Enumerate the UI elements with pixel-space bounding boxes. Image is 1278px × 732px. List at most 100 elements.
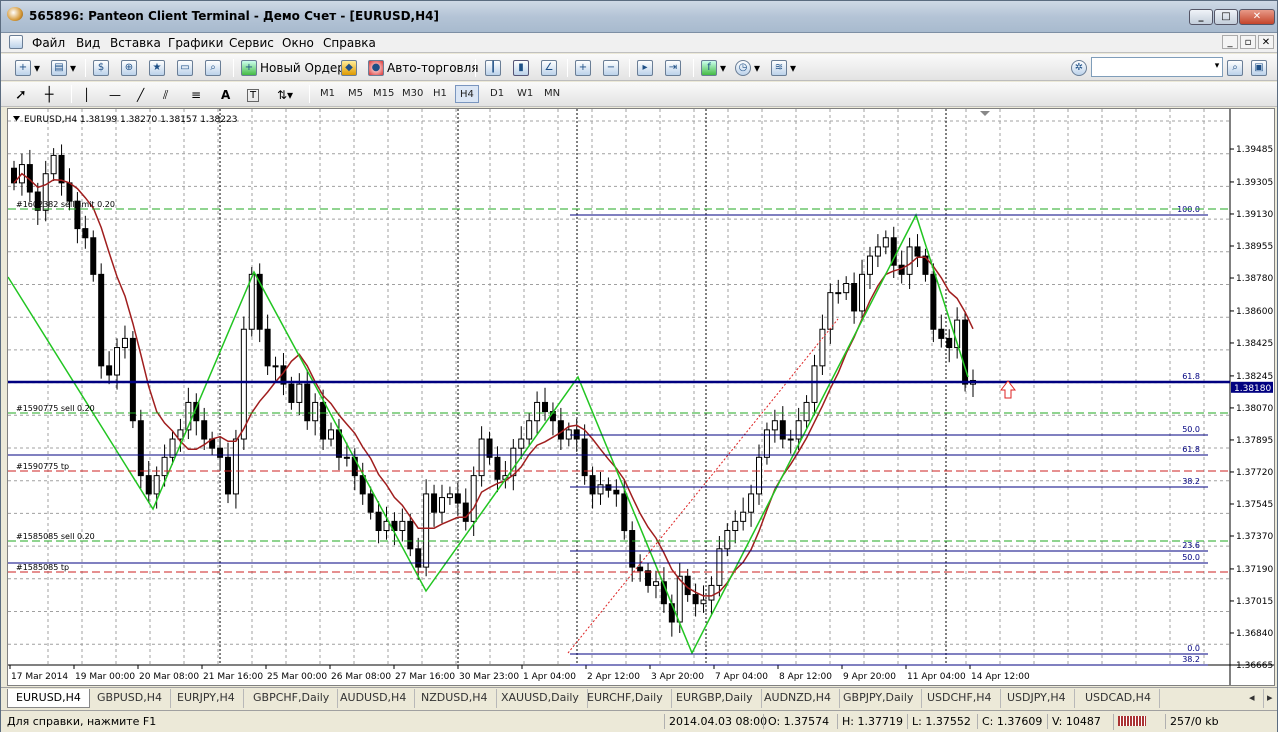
status-help: Для справки, нажмите F1: [7, 715, 157, 728]
trendline-tool[interactable]: ╱: [137, 85, 144, 105]
chart-tab-gbpusd-h4[interactable]: GBPUSD,H4: [89, 689, 171, 708]
autoscroll-icon: ▸: [637, 60, 653, 76]
chart-tab-usdjpy-h4[interactable]: USDJPY,H4: [999, 689, 1075, 708]
metaeditor-button[interactable]: ◆: [341, 58, 357, 78]
candlestick-button[interactable]: ▮: [513, 58, 529, 78]
periods-button[interactable]: ◷ ▾: [735, 58, 760, 78]
cursor-tool[interactable]: ➚: [15, 85, 27, 105]
menu-insert[interactable]: Вставка: [106, 35, 165, 51]
candle-body: [66, 182, 73, 202]
chart-tab-eurgbp-daily[interactable]: EURGBP,Daily: [668, 689, 762, 708]
candle-body: [288, 383, 295, 403]
close-button[interactable]: ✕: [1239, 9, 1275, 25]
zoom-out-button[interactable]: −: [603, 58, 619, 78]
candle-body: [771, 420, 778, 431]
candle-body: [708, 584, 715, 601]
zigzag-line: [8, 213, 969, 655]
autoscroll-button[interactable]: ▸: [637, 58, 653, 78]
chart-tab-eurchf-daily[interactable]: EURCHF,Daily: [579, 689, 672, 708]
search-input[interactable]: [1091, 57, 1223, 77]
candle-body: [296, 383, 303, 403]
candle-body: [446, 493, 453, 499]
menu-view[interactable]: Вид: [72, 35, 104, 51]
candle-body: [367, 493, 374, 513]
arrows-tool[interactable]: ⇅▾: [277, 85, 293, 105]
chart-tab-audusd-h4[interactable]: AUDUSD,H4: [332, 689, 416, 708]
time-label: 17 Mar 2014: [11, 672, 68, 682]
chart-tab-gbpchf-daily[interactable]: GBPCHF,Daily: [245, 689, 339, 708]
tab-scroll-right-icon[interactable]: ▸: [1259, 689, 1278, 708]
menu-file[interactable]: Файл: [28, 35, 69, 51]
zoom-in-button[interactable]: +: [575, 58, 591, 78]
crosshair-tool[interactable]: ┼: [45, 85, 53, 105]
equidistant-channel-tool[interactable]: ⫽: [163, 85, 168, 105]
tf-w1[interactable]: W1: [513, 85, 537, 103]
search-button[interactable]: ⌕: [1227, 58, 1243, 78]
horizontal-line-tool[interactable]: —: [109, 85, 121, 105]
chart-tab-usdchf-h4[interactable]: USDCHF,H4: [919, 689, 1001, 708]
vertical-line-icon: │: [83, 88, 91, 102]
market-watch-button[interactable]: $: [93, 58, 109, 78]
chart-tab-xauusd-daily[interactable]: XAUUSD,Daily: [493, 689, 588, 708]
chart-tab-nzdusd-h4[interactable]: NZDUSD,H4: [413, 689, 497, 708]
candle-body: [177, 429, 184, 440]
navigator-button[interactable]: ★: [149, 58, 165, 78]
chart-tab-eurusd-h4[interactable]: EURUSD,H4: [7, 689, 90, 708]
bar-chart-button[interactable]: ┃: [485, 58, 501, 78]
text-label-tool[interactable]: T: [247, 85, 260, 105]
autotrading-button[interactable]: ● Авто-торговля: [368, 58, 479, 78]
terminal-button[interactable]: ▭: [177, 58, 193, 78]
chart-tab-gbpjpy-daily[interactable]: GBPJPY,Daily: [835, 689, 923, 708]
new-chart-icon: +: [15, 60, 31, 76]
price-chart[interactable]: 1.39485 1.39305 1.39130 1.38955 1.38780 1.386…: [8, 109, 1274, 685]
candle-body: [114, 347, 121, 376]
child-minimize-button[interactable]: _: [1222, 35, 1238, 49]
chart-tab-audnzd-h4[interactable]: AUDNZD,H4: [756, 689, 841, 708]
menu-charts[interactable]: Графики: [164, 35, 227, 51]
tf-m15[interactable]: M15: [369, 85, 398, 103]
time-label: 27 Mar 16:00: [395, 672, 455, 682]
data-window-button[interactable]: ⊕: [121, 58, 137, 78]
profiles-button[interactable]: ▤ ▾: [51, 58, 76, 78]
candlestick-icon: ▮: [513, 60, 529, 76]
fibonacci-label: 38.2: [1182, 655, 1200, 664]
status-high: H: 1.37719: [837, 714, 903, 729]
search-dropdown-icon[interactable]: ▾: [1211, 57, 1223, 77]
title-bar[interactable]: 565896: Panteon Client Terminal - Демо С…: [1, 1, 1277, 33]
chart-shift-icon: ⇥: [665, 60, 681, 76]
vertical-line-tool[interactable]: │: [83, 85, 90, 105]
tf-m1[interactable]: M1: [316, 85, 339, 103]
tf-h1[interactable]: H1: [429, 85, 451, 103]
tester-button[interactable]: ⌕: [205, 58, 221, 78]
community-button[interactable]: ▣: [1251, 58, 1267, 78]
new-chart-button[interactable]: + ▾: [15, 58, 40, 78]
new-order-button[interactable]: + Новый Ордер: [241, 58, 345, 78]
templates-button[interactable]: ≋ ▾: [771, 58, 796, 78]
window-title: 565896: Panteon Client Terminal - Демо С…: [29, 9, 439, 23]
menu-tools[interactable]: Сервис: [225, 35, 278, 51]
tf-m30[interactable]: M30: [398, 85, 427, 103]
candle-body: [137, 420, 144, 477]
tf-d1[interactable]: D1: [486, 85, 508, 103]
tf-mn[interactable]: MN: [540, 85, 564, 103]
text-tool[interactable]: A: [221, 85, 230, 105]
chart-doc-icon[interactable]: [9, 35, 23, 49]
chart-shift-button[interactable]: ⇥: [665, 58, 681, 78]
chart-tab-usdcad-h4[interactable]: USDCAD,H4: [1077, 689, 1160, 708]
line-studies-toolbar: ➚ ┼ │ — ╱ ⫽ ≡ A T ⇅▾ M1 M5 M15 M30 H1 H4…: [1, 82, 1277, 107]
cursor-icon: ➚: [15, 87, 27, 103]
chart-area[interactable]: 1.39485 1.39305 1.39130 1.38955 1.38780 1.386…: [7, 108, 1275, 686]
indicators-button[interactable]: f ▾: [701, 58, 726, 78]
chart-tab-eurjpy-h4[interactable]: EURJPY,H4: [169, 689, 244, 708]
fibonacci-tool[interactable]: ≡: [191, 85, 201, 105]
line-chart-button[interactable]: ∠: [541, 58, 557, 78]
child-restore-button[interactable]: ▫: [1240, 35, 1256, 49]
tf-m5[interactable]: M5: [344, 85, 367, 103]
settings-gear-button[interactable]: ✲: [1071, 58, 1087, 78]
menu-window[interactable]: Окно: [278, 35, 318, 51]
minimize-button[interactable]: _: [1189, 9, 1213, 25]
menu-help[interactable]: Справка: [319, 35, 380, 51]
maximize-button[interactable]: □: [1214, 9, 1238, 25]
tf-h4[interactable]: H4: [455, 85, 479, 103]
child-close-button[interactable]: ✕: [1258, 35, 1274, 49]
